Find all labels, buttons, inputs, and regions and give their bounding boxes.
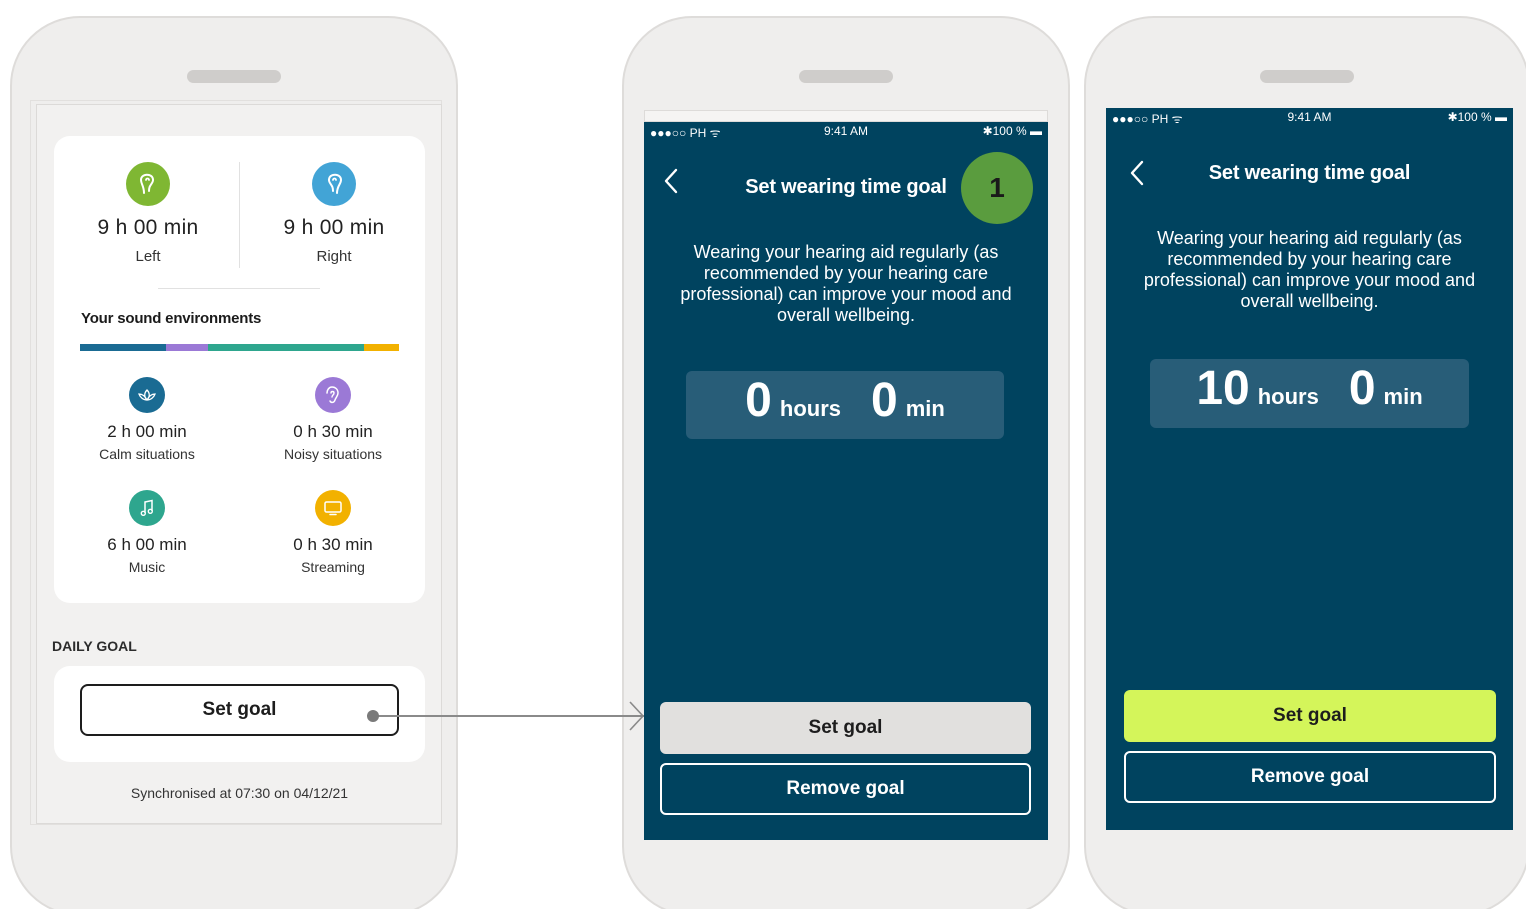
battery-status: ✱100 % ▬ — [982, 124, 1042, 138]
env-noisy-label: Noisy situations — [283, 446, 383, 462]
phone-speaker — [799, 70, 893, 83]
screen-top-strip — [644, 110, 1048, 122]
lotus-icon — [129, 377, 165, 413]
env-music: 6 h 00 min Music — [62, 490, 232, 575]
hours-value: 10 — [1196, 362, 1250, 415]
hours-unit: hours — [779, 396, 841, 421]
env-streaming: 0 h 30 min Streaming — [248, 490, 418, 575]
step-badge: 1 — [961, 152, 1033, 224]
goal-description: Wearing your hearing aid regularly (as r… — [680, 242, 1012, 325]
set-goal-button[interactable]: Set goal — [80, 684, 399, 736]
flow-arrowhead-icon — [629, 701, 644, 731]
set-goal-button-disabled[interactable]: Set goal — [660, 702, 1031, 754]
status-bar: ●●●○○ PH ᯤ 9:41 AM ✱100 % ▬ — [644, 122, 1048, 140]
env-bar-segment — [363, 344, 399, 351]
sound-environments-title: Your sound environments — [81, 310, 262, 327]
battery-status: ✱100 % ▬ — [1447, 110, 1507, 124]
phone-speaker — [1260, 70, 1354, 83]
goal-description: Wearing your hearing aid regularly (as r… — [1143, 228, 1476, 311]
env-music-label: Music — [128, 559, 166, 575]
minutes-value: 0 — [1348, 362, 1376, 415]
screen-set-goal-empty: ●●●○○ PH ᯤ 9:41 AM ✱100 % ▬ Set wearing … — [644, 122, 1048, 840]
left-ear-label: Left — [135, 248, 161, 265]
left-hearing-aid-icon — [126, 162, 170, 206]
tv-icon — [315, 490, 351, 526]
sync-status: Synchronised at 07:30 on 04/12/21 — [130, 785, 349, 801]
music-note-icon — [129, 490, 165, 526]
set-goal-button-active[interactable]: Set goal — [1124, 690, 1496, 742]
env-bar-segment — [80, 344, 167, 351]
env-streaming-label: Streaming — [301, 559, 365, 575]
stage: 9 h 00 min Left 9 h 00 min Right Your so… — [0, 0, 1526, 909]
time-picker[interactable]: 0 hours 0 min — [686, 371, 1004, 439]
screen-set-goal-filled: ●●●○○ PH ᯤ 9:41 AM ✱100 % ▬ Set wearing … — [1106, 108, 1513, 830]
phone-speaker — [187, 70, 281, 83]
page-title: Set wearing time goal — [1208, 162, 1411, 184]
hours-unit: hours — [1257, 384, 1319, 409]
remove-goal-button[interactable]: Remove goal — [1124, 751, 1496, 803]
env-streaming-time: 0 h 30 min — [293, 535, 373, 554]
sound-environments-bar — [80, 344, 399, 351]
time-picker[interactable]: 10 hours 0 min — [1150, 359, 1469, 428]
minutes-unit: min — [905, 396, 945, 421]
env-music-time: 6 h 00 min — [107, 535, 187, 554]
daily-goal-heading: DAILY GOAL — [52, 638, 137, 654]
right-ear-usage: 9 h 00 min Right — [254, 162, 414, 265]
minutes-value: 0 — [871, 374, 898, 427]
ear-icon — [315, 377, 351, 413]
status-bar: ●●●○○ PH ᯤ 9:41 AM ✱100 % ▬ — [1106, 108, 1513, 126]
flow-connector-line — [378, 715, 644, 717]
right-hearing-aid-icon — [312, 162, 356, 206]
horizontal-divider — [158, 288, 320, 289]
remove-goal-button[interactable]: Remove goal — [660, 763, 1031, 815]
env-calm: 2 h 00 min Calm situations — [62, 377, 232, 462]
env-calm-time: 2 h 00 min — [107, 422, 187, 441]
env-noisy-time: 0 h 30 min — [293, 422, 373, 441]
left-ear-usage: 9 h 00 min Left — [68, 162, 228, 265]
env-bar-segment — [166, 344, 208, 351]
minutes-unit: min — [1383, 384, 1423, 409]
vertical-divider — [239, 162, 240, 268]
left-ear-time: 9 h 00 min — [97, 216, 199, 239]
hours-value: 0 — [745, 374, 772, 427]
env-bar-segment — [207, 344, 364, 351]
flow-connector-dot — [367, 710, 379, 722]
env-noisy: 0 h 30 min Noisy situations — [248, 377, 418, 462]
env-calm-label: Calm situations — [99, 446, 195, 462]
right-ear-time: 9 h 00 min — [283, 216, 385, 239]
right-ear-label: Right — [316, 248, 352, 265]
